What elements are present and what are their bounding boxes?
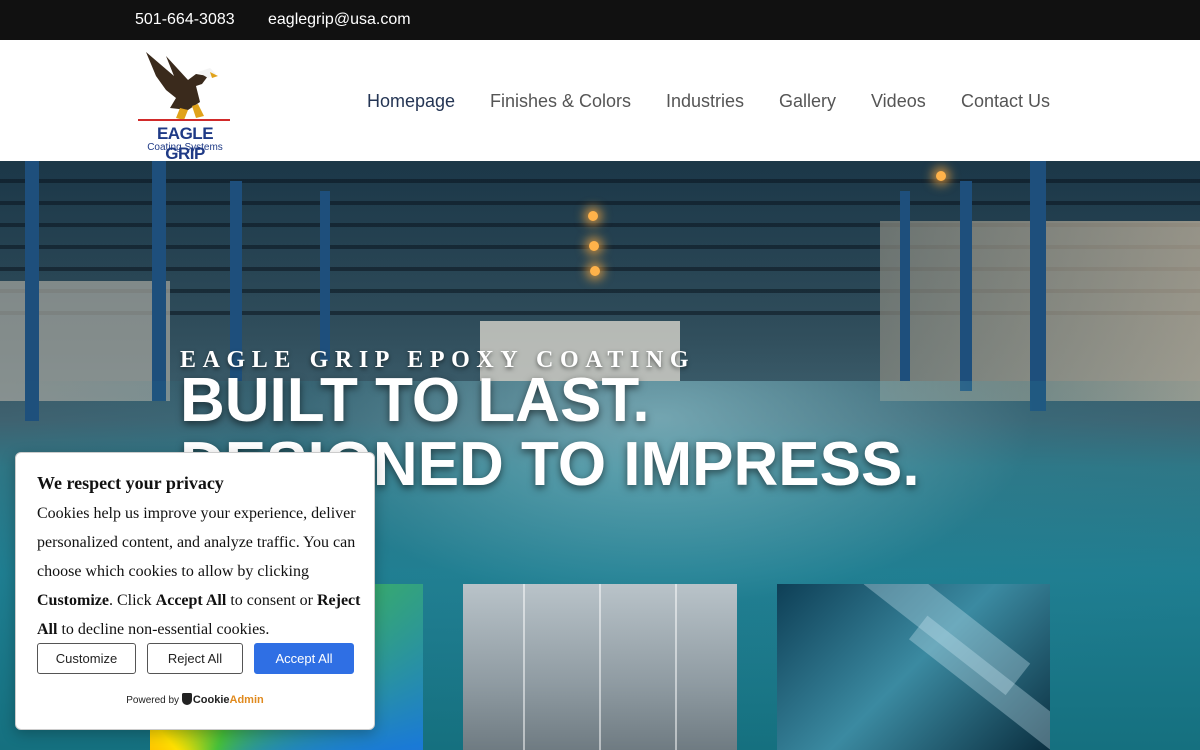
hero-headline-line1: BUILT TO LAST. [180,366,650,435]
feature-card-glass[interactable] [777,584,1050,750]
top-contact-bar: 501-664-3083 eaglegrip@usa.com [0,0,1200,40]
ceiling-light [590,266,600,276]
hero-pillar [900,191,910,381]
nav-gallery[interactable]: Gallery [779,91,836,112]
feature-card-facility[interactable] [463,584,737,750]
cookie-consent-dialog: We respect your privacy Cookies help us … [15,452,375,730]
cookie-powered-by[interactable]: Powered by CookieAdmin [16,693,374,706]
cookie-customize-button[interactable]: Customize [37,643,136,674]
card-beam [523,584,525,750]
hero-pillar [320,191,330,361]
cookieadmin-logo: CookieAdmin [181,693,264,706]
ceiling-light [936,171,946,181]
ceiling-light [589,241,599,251]
phone-link[interactable]: 501-664-3083 [135,11,235,29]
site-header: EAGLE GRIP Coating Systems Homepage Fini… [0,40,1200,163]
email-link[interactable]: eaglegrip@usa.com [268,11,411,29]
nav-homepage[interactable]: Homepage [367,91,455,112]
ceiling-light [588,211,598,221]
cookie-title: We respect your privacy [37,473,224,493]
hero-pillar [1030,161,1046,411]
eagle-icon [138,52,230,121]
cookie-body: Cookies help us improve your experience,… [37,505,361,638]
card-beam [675,584,677,750]
nav-finishes-colors[interactable]: Finishes & Colors [490,91,631,112]
hero-pillar [960,181,972,391]
hero-pillar [152,161,166,401]
nav-industries[interactable]: Industries [666,91,744,112]
cookie-reject-button[interactable]: Reject All [147,643,243,674]
nav-videos[interactable]: Videos [871,91,926,112]
eagle-grip-logo[interactable]: EAGLE GRIP Coating Systems [136,46,232,163]
nav-contact-us[interactable]: Contact Us [961,91,1050,112]
card-beam [599,584,601,750]
cookie-accept-button[interactable]: Accept All [254,643,354,674]
logo-tagline: Coating Systems [147,142,223,153]
shield-icon [181,693,192,705]
